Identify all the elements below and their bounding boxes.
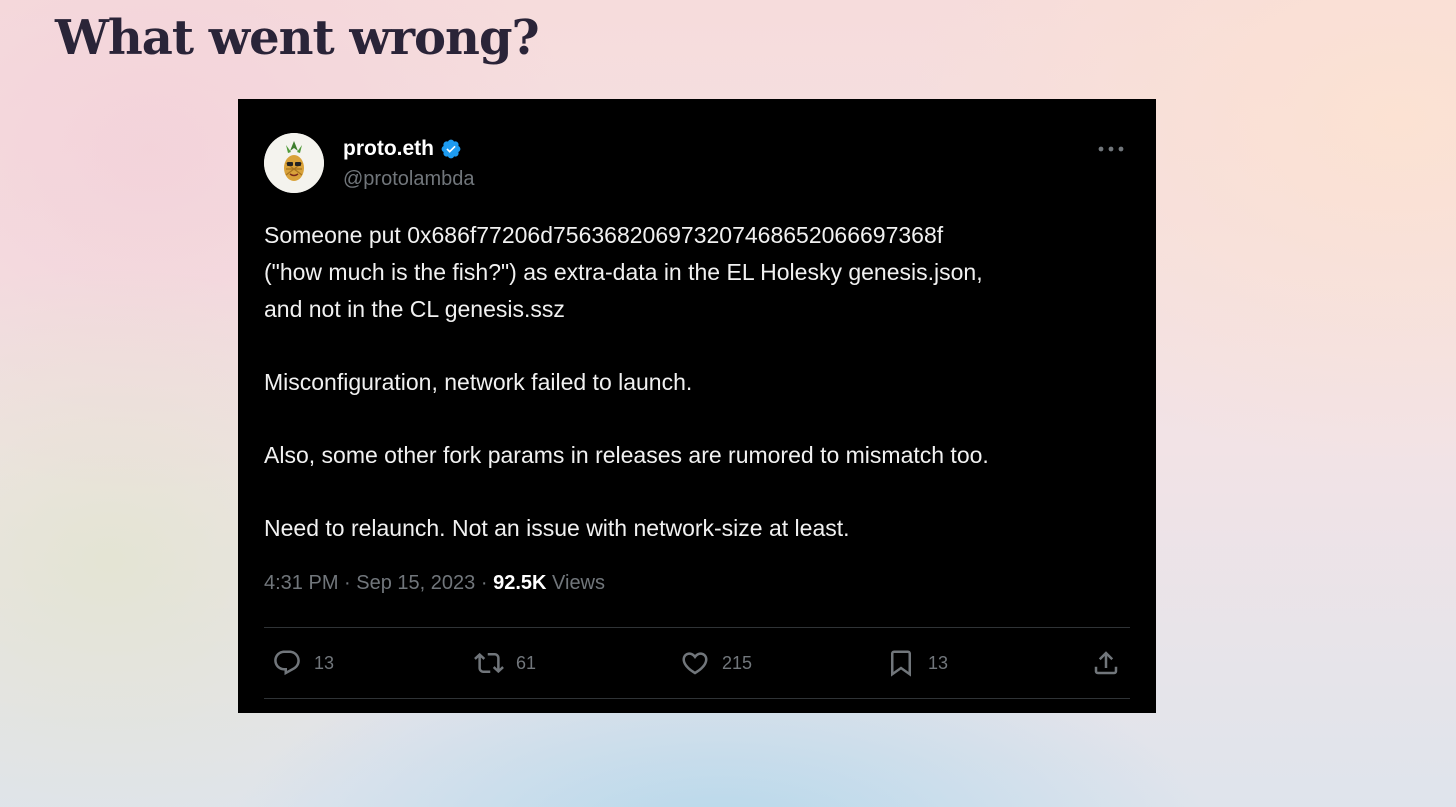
views-label: Views — [552, 572, 606, 594]
repost-count: 61 — [516, 652, 537, 673]
author-handle[interactable]: @protolambda — [343, 168, 474, 191]
share-upload-icon — [1094, 651, 1118, 675]
repost-button[interactable]: 61 — [474, 648, 536, 678]
tweet-paragraph: Also, some other fork params in releases… — [264, 442, 989, 468]
comment-bubble-icon — [274, 650, 300, 676]
like-count: 215 — [722, 652, 753, 673]
pineapple-avatar-icon — [264, 133, 324, 193]
meta-separator: · — [344, 572, 351, 594]
display-name[interactable]: proto.eth — [343, 137, 434, 161]
avatar[interactable] — [264, 133, 324, 193]
tweet-date[interactable]: Sep 15, 2023 — [356, 572, 475, 594]
divider — [264, 627, 1130, 628]
share-button[interactable] — [1091, 648, 1121, 678]
tweet-paragraph: Need to relaunch. Not an issue with netw… — [264, 515, 850, 541]
author-name-row: proto.eth — [343, 137, 462, 161]
views-count: 92.5K — [493, 572, 547, 594]
reply-button[interactable]: 13 — [272, 648, 334, 678]
tweet-text: Someone put 0x686f77206d7563682069732074… — [264, 217, 1134, 583]
tweet-time[interactable]: 4:31 PM — [264, 572, 338, 594]
tweet-meta: 4:31 PM · Sep 15, 2023 · 92.5K Views — [264, 572, 605, 595]
divider — [264, 698, 1130, 699]
reply-count: 13 — [314, 652, 335, 673]
bookmark-count: 13 — [928, 652, 949, 673]
more-options-button[interactable] — [1096, 137, 1126, 161]
meta-separator: · — [480, 572, 488, 594]
bookmark-button[interactable]: 13 — [886, 648, 948, 678]
tweet-paragraph: Misconfiguration, network failed to laun… — [264, 369, 693, 395]
verified-badge-icon — [441, 139, 461, 159]
more-horizontal-icon — [1098, 146, 1124, 152]
tweet-paragraph: Someone put 0x686f77206d7563682069732074… — [264, 222, 983, 322]
heart-icon — [682, 652, 708, 675]
bookmark-icon — [891, 650, 911, 677]
slide-title: What went wrong? — [55, 10, 540, 66]
tweet-card: proto.eth @protolambda Someone put 0x686… — [238, 99, 1156, 713]
repost-arrows-icon — [474, 652, 504, 674]
like-button[interactable]: 215 — [680, 648, 752, 678]
